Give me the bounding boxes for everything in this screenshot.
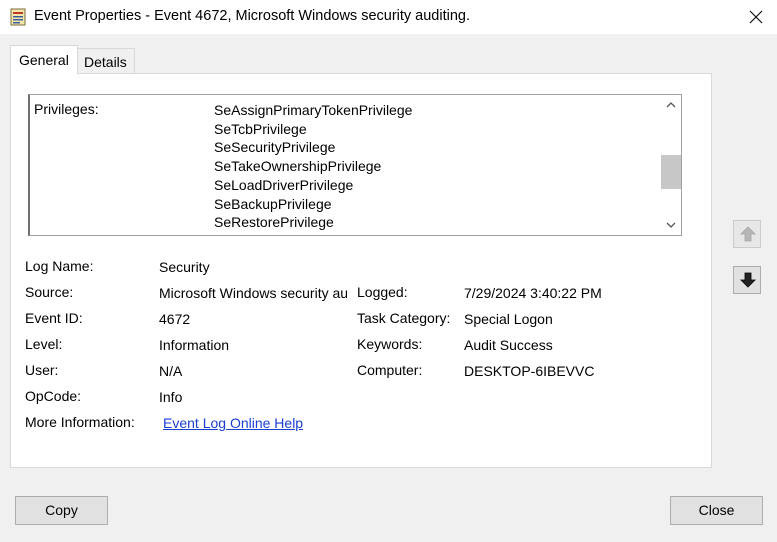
- opcode-label: OpCode:: [25, 388, 82, 404]
- list-item: SeBackupPrivilege: [214, 195, 332, 212]
- opcode-value[interactable]: Info: [159, 389, 182, 405]
- close-window-icon[interactable]: [743, 4, 769, 30]
- more-information-label: More Information:: [25, 414, 135, 430]
- privileges-list: SeAssignPrimaryTokenPrivilege SeTcbPrivi…: [214, 101, 412, 232]
- close-button[interactable]: Close: [670, 496, 763, 525]
- source-value[interactable]: Microsoft Windows security auditing.: [159, 285, 347, 301]
- logged-value[interactable]: 7/29/2024 3:40:22 PM: [464, 285, 602, 301]
- next-event-button[interactable]: [733, 266, 761, 294]
- title-bar: Event Properties - Event 4672, Microsoft…: [0, 0, 777, 34]
- list-item: SeAssignPrimaryTokenPrivilege: [214, 102, 413, 118]
- log-name-value[interactable]: Security: [159, 259, 210, 275]
- list-item: SeTakeOwnershipPrivilege: [214, 158, 382, 175]
- keywords-label: Keywords:: [357, 336, 423, 352]
- event-id-label: Event ID:: [25, 310, 83, 326]
- source-label: Source:: [25, 284, 74, 300]
- log-name-label: Log Name:: [25, 258, 94, 274]
- user-value[interactable]: N/A: [159, 363, 182, 379]
- arrow-up-icon: [740, 226, 756, 242]
- task-category-label: Task Category:: [357, 310, 451, 326]
- tab-details[interactable]: Details: [77, 48, 135, 73]
- level-label: Level:: [25, 336, 63, 352]
- scroll-down-icon[interactable]: [665, 221, 677, 229]
- task-category-value[interactable]: Special Logon: [464, 311, 553, 327]
- tab-general[interactable]: General: [10, 45, 78, 74]
- description-box[interactable]: Privileges: SeAssignPrimaryTokenPrivileg…: [28, 94, 682, 236]
- logged-label: Logged:: [357, 284, 408, 300]
- computer-value[interactable]: DESKTOP-6IBEVVC: [464, 363, 594, 379]
- computer-label: Computer:: [357, 362, 423, 378]
- window-title: Event Properties - Event 4672, Microsoft…: [34, 8, 470, 24]
- scroll-up-icon[interactable]: [665, 101, 677, 109]
- list-item: SeRestorePrivilege: [214, 214, 334, 231]
- user-label: User:: [25, 362, 59, 378]
- event-viewer-icon: [10, 8, 26, 26]
- list-item: SeSecurityPrivilege: [214, 139, 336, 156]
- level-value[interactable]: Information: [159, 337, 229, 353]
- keywords-value[interactable]: Audit Success: [464, 337, 553, 353]
- list-item: SeLoadDriverPrivilege: [214, 176, 354, 193]
- privileges-label: Privileges:: [34, 101, 99, 117]
- scroll-thumb[interactable]: [661, 155, 681, 189]
- arrow-down-icon: [740, 272, 756, 288]
- event-log-online-help-link[interactable]: Event Log Online Help: [163, 415, 303, 431]
- event-id-value[interactable]: 4672: [159, 311, 190, 327]
- previous-event-button[interactable]: [733, 220, 761, 248]
- copy-button[interactable]: Copy: [15, 496, 108, 525]
- description-scrollbar[interactable]: [661, 95, 681, 235]
- list-item: SeTcbPrivilege: [214, 120, 307, 137]
- general-panel: Privileges: SeAssignPrimaryTokenPrivileg…: [10, 73, 712, 468]
